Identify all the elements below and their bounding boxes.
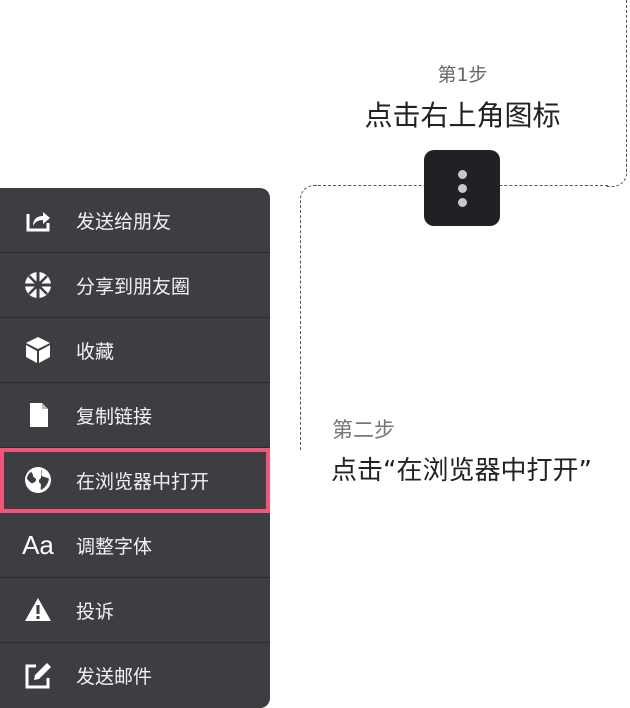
kebab-dot (457, 169, 467, 179)
kebab-dot (457, 197, 467, 207)
globe-icon (18, 460, 58, 500)
menu-item-send-to-friend[interactable]: 发送给朋友 (0, 188, 270, 253)
menu-item-label: 复制链接 (76, 405, 153, 428)
menu-item-label: 调整字体 (76, 535, 153, 558)
font-icon: Aa (18, 525, 58, 565)
guide-line-curve (606, 150, 627, 187)
font-icon-text: Aa (22, 529, 54, 560)
guide-line-right (626, 0, 627, 172)
share-menu: 发送给朋友 分享到朋友圈 收藏 复制链接 在浏览器中打开 Aa 调整字体 投诉 … (0, 188, 270, 708)
step2-title: 第二步 (332, 418, 395, 442)
copy-document-icon (18, 395, 58, 435)
step1-title: 第1步 (437, 64, 488, 86)
moments-icon (18, 265, 58, 305)
menu-item-copy-link[interactable]: 复制链接 (0, 383, 270, 448)
menu-item-send-email[interactable]: 发送邮件 (0, 643, 270, 708)
menu-item-open-in-browser[interactable]: 在浏览器中打开 (0, 448, 270, 513)
menu-item-favorite[interactable]: 收藏 (0, 318, 270, 383)
kebab-dot (457, 183, 467, 193)
guide-line-curve (300, 185, 321, 208)
guide-line-left (300, 205, 301, 450)
menu-item-adjust-font[interactable]: Aa 调整字体 (0, 513, 270, 578)
step1-instruction: 点击右上角图标 (364, 99, 561, 132)
menu-item-label: 发送邮件 (76, 666, 153, 688)
menu-item-label: 分享到朋友圈 (76, 275, 191, 298)
favorite-cube-icon (18, 330, 58, 370)
mail-edit-icon (18, 656, 58, 696)
share-icon (18, 200, 58, 240)
step2-instruction: 点击“在浏览器中打开” (331, 456, 592, 486)
menu-item-label: 收藏 (76, 340, 115, 363)
menu-item-share-moments[interactable]: 分享到朋友圈 (0, 253, 270, 318)
menu-item-label: 在浏览器中打开 (76, 470, 210, 493)
menu-item-label: 投诉 (76, 600, 115, 623)
menu-item-complain[interactable]: 投诉 (0, 578, 270, 643)
menu-item-label: 发送给朋友 (76, 210, 172, 233)
warning-icon (18, 590, 58, 630)
more-options-button[interactable] (424, 150, 500, 226)
